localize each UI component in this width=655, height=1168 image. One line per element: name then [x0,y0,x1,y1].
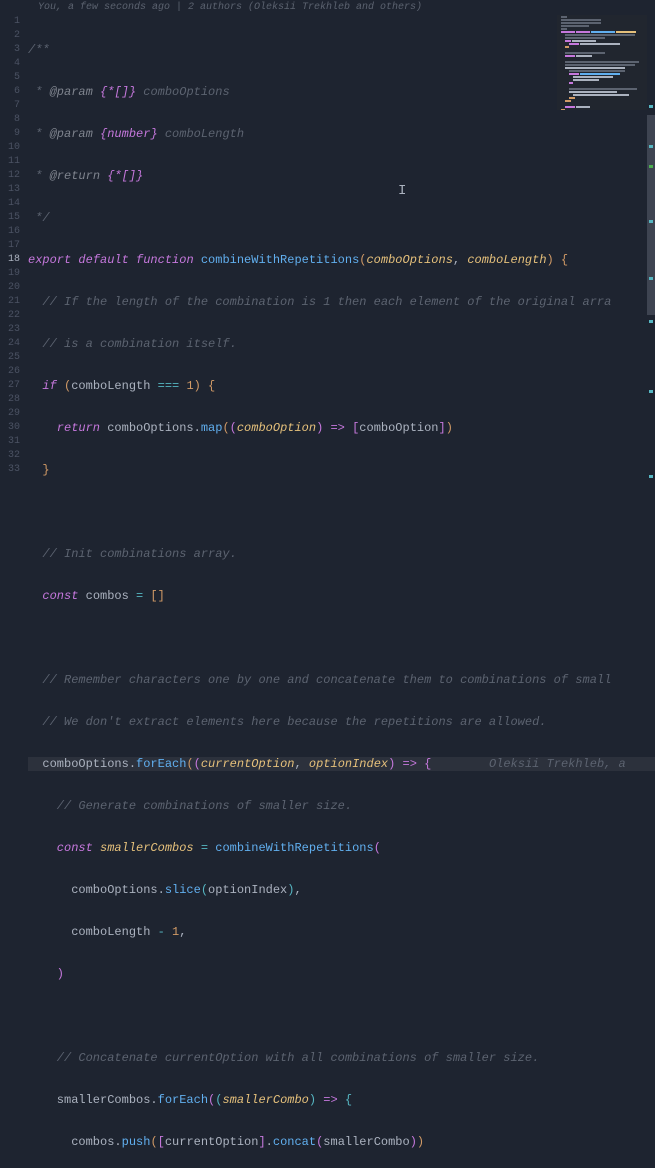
overview-mark [649,145,653,148]
overview-mark [649,105,653,108]
line-number-gutter: 1 2 3 4 5 6 7 8 9 10 11 12 13 14 15 16 1… [0,15,28,583]
overview-mark [649,277,653,280]
git-blame-header: You, a few seconds ago | 2 authors (Olek… [0,0,655,15]
overview-mark [649,475,653,478]
current-line[interactable]: comboOptions.forEach((currentOption, opt… [28,757,655,771]
overview-mark [649,390,653,393]
overview-mark [649,320,653,323]
overview-mark [649,165,653,168]
text-cursor-ibeam-icon: I [398,183,406,199]
vertical-scrollbar[interactable] [647,15,655,583]
overview-mark [649,220,653,223]
inline-blame: Oleksii Trekhleb, a [489,757,626,771]
minimap[interactable] [557,15,647,110]
code-editor[interactable]: 1 2 3 4 5 6 7 8 9 10 11 12 13 14 15 16 1… [0,15,655,583]
